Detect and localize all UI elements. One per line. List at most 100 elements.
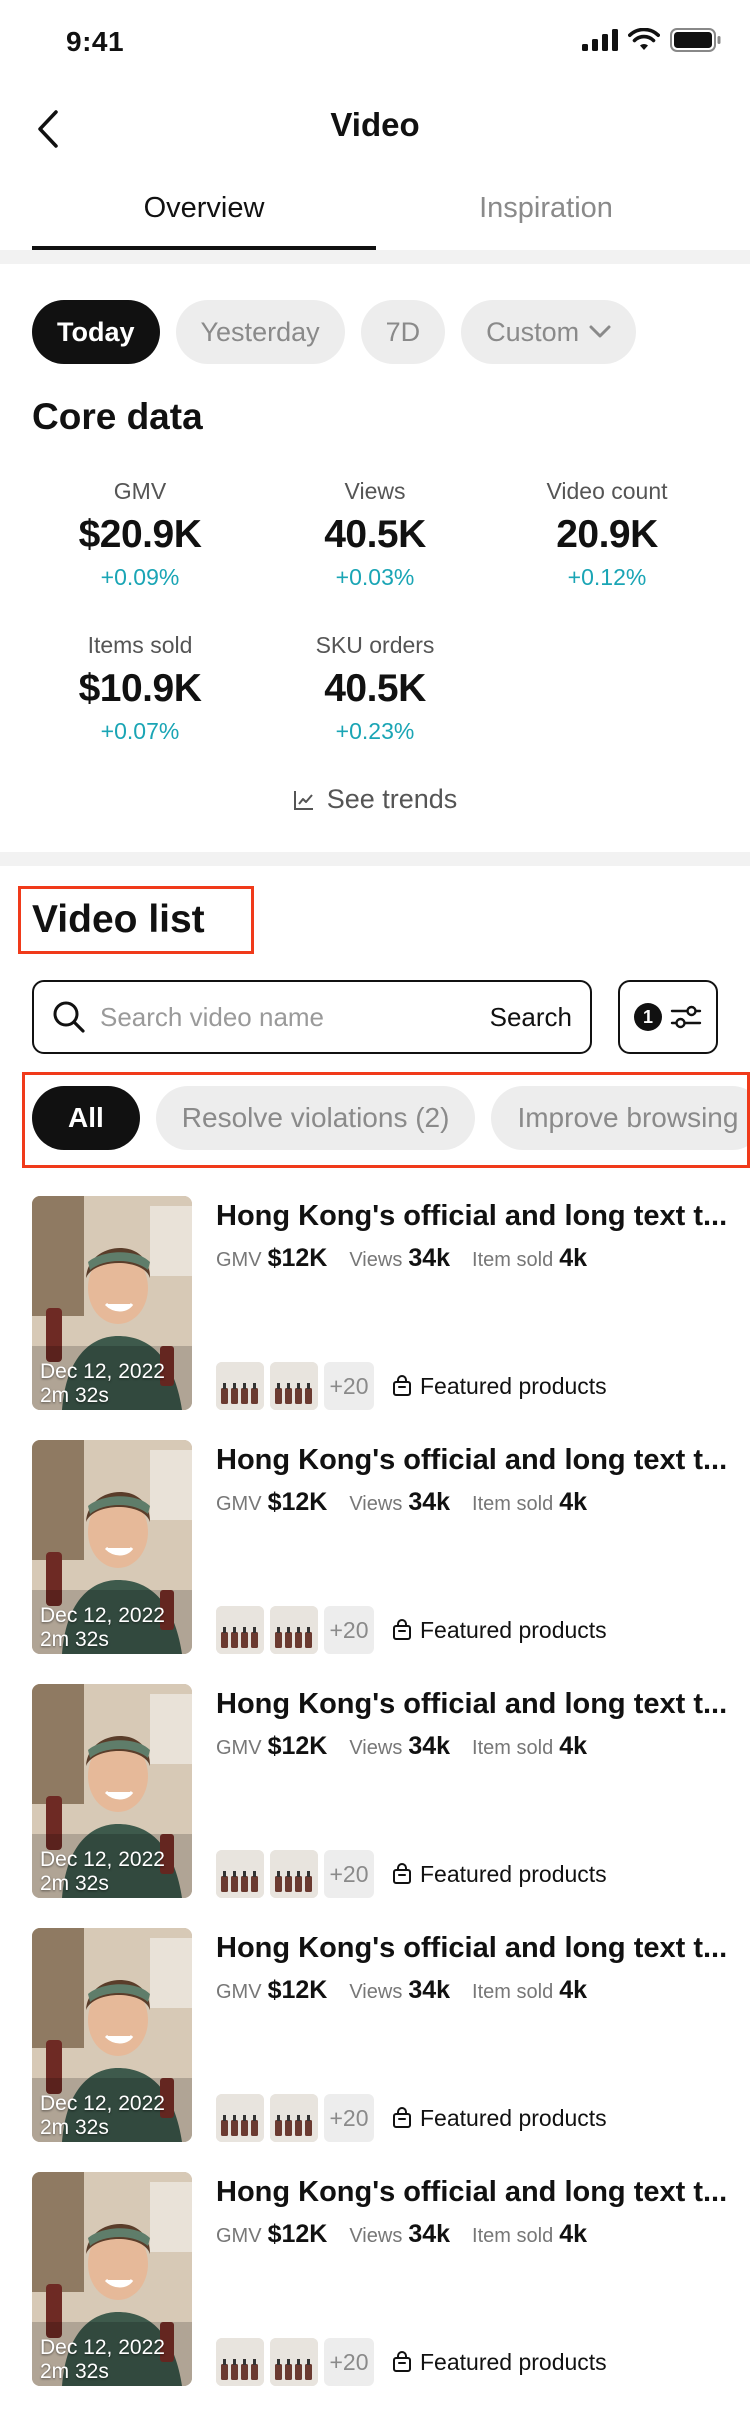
search-button[interactable]: Search xyxy=(480,1002,572,1033)
featured-products-row[interactable]: +20 Featured products xyxy=(216,1362,607,1410)
featured-products-row[interactable]: +20 Featured products xyxy=(216,1850,607,1898)
date-chip-yesterday[interactable]: Yesterday xyxy=(175,300,345,364)
search-input[interactable] xyxy=(100,1001,480,1033)
featured-products-link[interactable]: Featured products xyxy=(392,1861,607,1888)
video-thumbnail[interactable]: Dec 12, 2022 2m 32s xyxy=(32,1684,192,1898)
stat-label: GMV xyxy=(216,1493,262,1515)
stat-item-sold: Item sold 4k xyxy=(472,1976,587,2005)
video-stats: GMV $12K Views 34k Item sold 4k xyxy=(216,1732,587,1761)
video-list-item[interactable]: Dec 12, 2022 2m 32s Hong Kong's official… xyxy=(32,1684,732,1898)
stat-item-sold: Item sold 4k xyxy=(472,1732,587,1761)
stat-value: $12K xyxy=(267,1244,328,1272)
metric-video-count: Video count 20.9K +0.12% xyxy=(497,474,717,592)
product-bottles-image xyxy=(270,1606,318,1654)
stat-views: Views 34k xyxy=(349,1976,450,2005)
stat-value: 34k xyxy=(408,1244,451,1272)
product-thumbnail xyxy=(270,1606,318,1654)
metric-change: +0.03% xyxy=(335,564,415,590)
section-divider xyxy=(0,852,750,866)
featured-products-link[interactable]: Featured products xyxy=(392,1373,607,1400)
video-list-item[interactable]: Dec 12, 2022 2m 32s Hong Kong's official… xyxy=(32,1196,732,1410)
video-date: Dec 12, 2022 xyxy=(40,1848,165,1871)
product-thumbnail xyxy=(216,1606,264,1654)
nav-header: Video xyxy=(0,88,750,168)
video-stats: GMV $12K Views 34k Item sold 4k xyxy=(216,2220,587,2249)
product-thumbnail xyxy=(270,2338,318,2386)
video-thumbnail[interactable]: Dec 12, 2022 2m 32s xyxy=(32,1196,192,1410)
filter-count-badge: 1 xyxy=(634,1003,662,1031)
sliders-icon xyxy=(670,1005,702,1029)
video-thumbnail[interactable]: Dec 12, 2022 2m 32s xyxy=(32,1440,192,1654)
metric-change: +0.09% xyxy=(100,564,180,590)
stat-value: $12K xyxy=(267,1976,328,2004)
stat-value: 4k xyxy=(559,1732,588,1760)
core-data-title: Core data xyxy=(32,396,203,437)
video-thumbnail[interactable]: Dec 12, 2022 2m 32s xyxy=(32,2172,192,2386)
video-date: Dec 12, 2022 xyxy=(40,2336,165,2359)
featured-products-row[interactable]: +20 Featured products xyxy=(216,2338,607,2386)
stat-label: Item sold xyxy=(472,1493,554,1515)
date-chip-today[interactable]: Today xyxy=(32,300,160,364)
product-bottles-image xyxy=(216,2094,264,2142)
stat-gmv: GMV $12K xyxy=(216,1732,327,1761)
more-products-count: +20 xyxy=(324,1850,374,1898)
stat-value: 34k xyxy=(408,1732,451,1760)
featured-products-row[interactable]: +20 Featured products xyxy=(216,2094,607,2142)
product-thumbnail xyxy=(216,1362,264,1410)
tab-bar: Overview Inspiration xyxy=(0,168,750,250)
annotation-highlight-box xyxy=(18,886,254,954)
featured-products-row[interactable]: +20 Featured products xyxy=(216,1606,607,1654)
video-stats: GMV $12K Views 34k Item sold 4k xyxy=(216,1244,587,1273)
video-date: Dec 12, 2022 xyxy=(40,1360,165,1383)
tab-overview[interactable]: Overview xyxy=(32,168,376,248)
metric-label: Items sold xyxy=(87,632,193,658)
date-filter-chips: Today Yesterday 7D Custom xyxy=(32,300,637,364)
more-products-count: +20 xyxy=(324,1362,374,1410)
video-list-item[interactable]: Dec 12, 2022 2m 32s Hong Kong's official… xyxy=(32,1440,732,1654)
stat-gmv: GMV $12K xyxy=(216,1976,327,2005)
stat-label: GMV xyxy=(216,1737,262,1759)
featured-products-link[interactable]: Featured products xyxy=(392,1617,607,1644)
video-thumbnail[interactable]: Dec 12, 2022 2m 32s xyxy=(32,1928,192,2142)
stat-label: Views xyxy=(349,1249,403,1271)
featured-products-link[interactable]: Featured products xyxy=(392,2349,607,2376)
stat-label: GMV xyxy=(216,2225,262,2247)
video-title: Hong Kong's official and long text t... xyxy=(216,2176,728,2208)
video-list-item[interactable]: Dec 12, 2022 2m 32s Hong Kong's official… xyxy=(32,2172,732,2386)
stat-item-sold: Item sold 4k xyxy=(472,2220,587,2249)
date-chip-custom[interactable]: Custom xyxy=(461,300,637,364)
stat-value: $12K xyxy=(267,1488,328,1516)
product-thumbnail xyxy=(216,2338,264,2386)
stat-item-sold: Item sold 4k xyxy=(472,1244,587,1273)
shopping-bag-icon xyxy=(393,1863,411,1884)
metric-value: $20.9K xyxy=(78,513,202,556)
stat-label: Item sold xyxy=(472,1981,554,2003)
search-icon xyxy=(53,1001,85,1033)
tab-inspiration[interactable]: Inspiration xyxy=(374,168,718,248)
product-thumbnail xyxy=(270,1850,318,1898)
stat-value: 34k xyxy=(408,1488,451,1516)
see-trends-label: See trends xyxy=(326,784,458,814)
stat-views: Views 34k xyxy=(349,2220,450,2249)
product-bottles-image xyxy=(216,1606,264,1654)
see-trends-link[interactable]: See trends xyxy=(0,784,750,815)
stat-views: Views 34k xyxy=(349,1732,450,1761)
shopping-bag-icon xyxy=(393,2107,411,2128)
stat-value: 4k xyxy=(559,1976,588,2004)
date-chip-7d[interactable]: 7D xyxy=(360,300,446,364)
video-list-item[interactable]: Dec 12, 2022 2m 32s Hong Kong's official… xyxy=(32,1928,732,2142)
featured-products-label: Featured products xyxy=(420,2348,607,2375)
product-thumbnail xyxy=(216,2094,264,2142)
stat-gmv: GMV $12K xyxy=(216,1488,327,1517)
video-title: Hong Kong's official and long text t... xyxy=(216,1444,728,1476)
stat-label: Item sold xyxy=(472,2225,554,2247)
stat-label: GMV xyxy=(216,1981,262,2003)
stat-label: Item sold xyxy=(472,1737,554,1759)
featured-products-label: Featured products xyxy=(420,2104,607,2131)
filter-button[interactable]: 1 xyxy=(618,980,718,1054)
metric-views: Views 40.5K +0.03% xyxy=(265,474,485,592)
video-stats: GMV $12K Views 34k Item sold 4k xyxy=(216,1976,587,2005)
page-title: Video xyxy=(330,106,420,143)
video-date: Dec 12, 2022 xyxy=(40,1604,165,1627)
featured-products-link[interactable]: Featured products xyxy=(392,2105,607,2132)
